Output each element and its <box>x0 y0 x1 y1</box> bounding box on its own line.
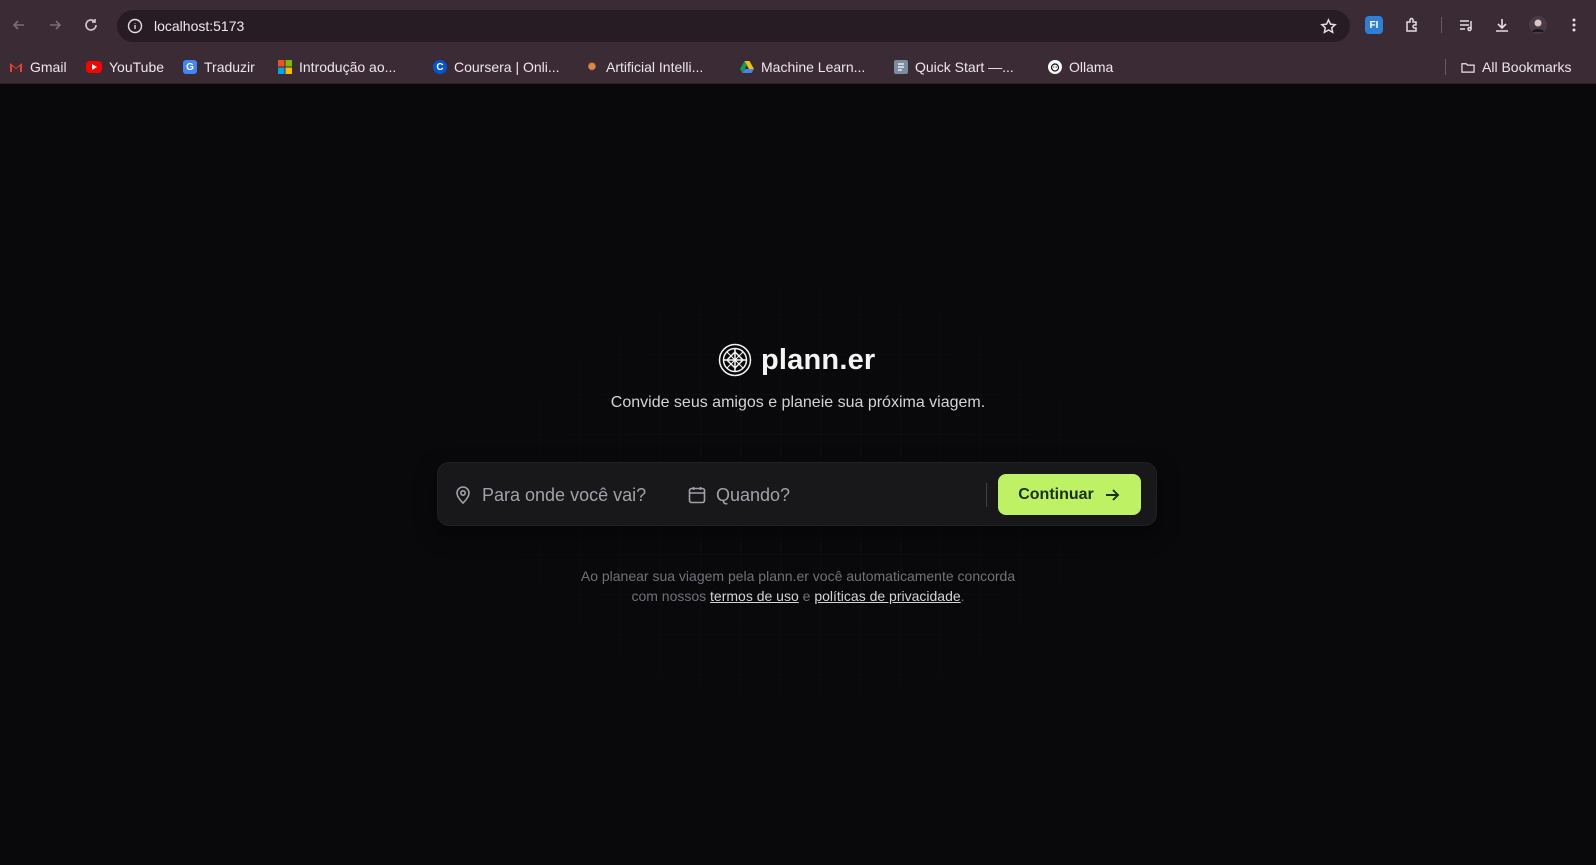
destination-field <box>453 463 673 527</box>
bookmark-label: Quick Start —... <box>915 59 1014 75</box>
continue-button[interactable]: Continuar <box>998 474 1141 515</box>
arrow-right-icon <box>1105 488 1120 501</box>
youtube-icon <box>86 61 102 73</box>
bookmark-label: Introdução ao... <box>299 59 397 75</box>
reload-button[interactable] <box>77 11 105 39</box>
ai-icon: ✺ <box>587 61 597 73</box>
terms-prefix: com nossos <box>631 588 707 604</box>
terms-and: e <box>802 588 811 604</box>
reload-icon <box>85 19 97 31</box>
globe-logo-icon <box>718 343 752 377</box>
arrow-left-icon <box>12 20 24 30</box>
bookmark-youtube[interactable]: YouTube <box>86 56 164 78</box>
all-bookmarks-button[interactable]: All Bookmarks <box>1461 56 1571 78</box>
calendar-icon <box>688 487 706 504</box>
continue-label: Continuar <box>1018 485 1094 503</box>
app-logo: plann.er <box>718 340 875 380</box>
bookmark-label: Traduzir <box>204 59 255 75</box>
date-input[interactable] <box>716 480 966 510</box>
browser-menu-icon[interactable] <box>1562 13 1586 37</box>
terms-line-1: Ao planear sua viagem pela plann.er você… <box>580 568 1016 584</box>
bookmark-label: Ollama <box>1069 59 1114 75</box>
page-content: plann.er Convide seus amigos e planeie s… <box>0 84 1596 865</box>
trip-search-form: Continuar <box>437 462 1157 526</box>
bookmark-label: YouTube <box>109 59 165 75</box>
bookmark-label: Gmail <box>30 59 67 75</box>
bookmark-quick-start[interactable]: Quick Start —... <box>894 56 1014 78</box>
profile-avatar-icon[interactable] <box>1526 13 1550 37</box>
coursera-icon: C <box>433 60 447 74</box>
map-pin-icon <box>456 486 470 505</box>
bookmark-machine-learning[interactable]: Machine Learn... <box>740 56 865 78</box>
download-icon[interactable] <box>1490 13 1514 37</box>
browser-toolbar: localhost:5173 FI <box>0 0 1596 50</box>
app-name: plann.er <box>761 343 876 376</box>
bookmarks-separator <box>1445 59 1446 75</box>
back-button[interactable] <box>5 11 33 39</box>
terms-notice: Ao planear sua viagem pela plann.er você… <box>0 566 1596 606</box>
url-text: localhost:5173 <box>154 18 245 34</box>
bookmark-ollama[interactable]: Ollama <box>1048 56 1113 78</box>
bookmark-label: Machine Learn... <box>761 59 866 75</box>
bookmark-coursera[interactable]: C Coursera | Onli... <box>433 56 560 78</box>
date-field[interactable] <box>687 463 977 527</box>
microsoft-icon <box>278 60 292 74</box>
extension-fi-icon[interactable]: FI <box>1365 16 1383 34</box>
gmail-icon <box>9 60 23 74</box>
bookmarks-bar: Gmail YouTube G Traduzir Introdução ao..… <box>0 50 1596 84</box>
bookmark-label: Coursera | Onli... <box>454 59 560 75</box>
terms-suffix: . <box>960 588 965 604</box>
bookmark-traduzir[interactable]: G Traduzir <box>183 56 255 78</box>
docs-icon <box>894 60 908 74</box>
ollama-icon <box>1048 60 1062 74</box>
all-bookmarks-label: All Bookmarks <box>1482 59 1572 75</box>
destination-input[interactable] <box>482 480 672 510</box>
form-divider <box>986 483 987 507</box>
extension-badge-label: FI <box>1369 19 1379 31</box>
extensions-puzzle-icon[interactable] <box>1401 13 1425 37</box>
terms-of-use-link[interactable]: termos de uso <box>710 588 799 604</box>
folder-icon <box>1461 60 1475 74</box>
privacy-policy-link[interactable]: políticas de privacidade <box>814 588 960 604</box>
drive-icon <box>740 60 754 74</box>
toolbar-separator <box>1441 17 1442 33</box>
forward-button[interactable] <box>41 11 69 39</box>
bookmark-label: Artificial Intelli... <box>606 59 704 75</box>
terms-line-2: com nossos termos de uso e políticas de … <box>0 586 1596 606</box>
bookmark-star-icon[interactable] <box>1318 16 1338 36</box>
translate-icon: G <box>183 60 197 74</box>
page-subtitle: Convide seus amigos e planeie sua próxim… <box>610 394 986 411</box>
media-controls-icon[interactable] <box>1454 13 1478 37</box>
site-info-icon[interactable] <box>126 17 144 35</box>
address-bar[interactable]: localhost:5173 <box>117 10 1350 42</box>
bookmark-gmail[interactable]: Gmail <box>9 56 67 78</box>
arrow-right-icon <box>50 20 62 30</box>
bookmark-introducao[interactable]: Introdução ao... <box>278 56 396 78</box>
bookmark-artificial-intelligence[interactable]: ✺ Artificial Intelli... <box>585 56 703 78</box>
